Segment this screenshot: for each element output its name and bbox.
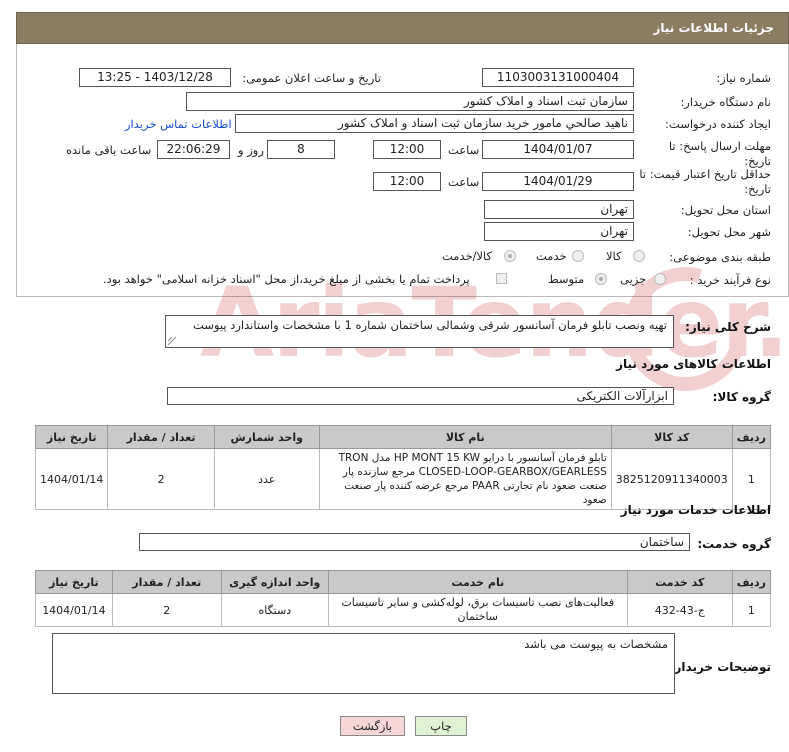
process-option-medium: متوسط [548, 272, 585, 286]
process-radio-minor[interactable] [654, 273, 666, 285]
resize-handle-icon[interactable] [168, 337, 176, 345]
validity-time-field: 12:00 [373, 172, 441, 191]
category-option-goods: کالا [606, 249, 622, 263]
services-table: ردیف کد خدمت نام خدمت واحد اندازه گیری ت… [35, 570, 772, 627]
col-date: تاریخ نیاز [35, 570, 113, 594]
col-name: نام کالا [318, 425, 612, 449]
creator-field: ناهید صالحي مامور خرید سازمان ثبت اسناد … [235, 114, 634, 133]
category-radio-goods-service[interactable] [504, 250, 516, 262]
col-name: نام خدمت [327, 570, 628, 594]
buyer-org-field: سازمان ثبت اسناد و املاک کشور [186, 92, 634, 111]
goods-section-title: اطلاعات کالاهای مورد نیاز [616, 357, 771, 371]
print-button[interactable]: چاپ [415, 716, 467, 736]
contact-buyer-link[interactable]: اطلاعات تماس خریدار [125, 117, 232, 131]
province-field: تهران [484, 200, 634, 219]
announce-label: تاریخ و ساعت اعلان عمومی: [242, 71, 381, 85]
col-code: کد کالا [610, 425, 733, 449]
cell-qty: 2 [107, 448, 215, 510]
buyer-notes-textarea: مشخصات به پیوست می باشد [52, 633, 675, 694]
services-table-header: ردیف کد خدمت نام خدمت واحد اندازه گیری ت… [35, 570, 772, 594]
days-label: روز و [238, 143, 264, 157]
deadline-date-field: 1404/01/07 [482, 140, 634, 159]
buyer-notes-text: مشخصات به پیوست می باشد [524, 637, 668, 651]
cell-unit: دستگاه [220, 593, 329, 627]
cell-date: 1404/01/14 [34, 448, 109, 510]
col-row: ردیف [731, 570, 772, 594]
city-label: شهر محل تحویل: [687, 225, 771, 239]
process-option-minor: جزیی [620, 272, 647, 286]
days-field: 8 [267, 140, 335, 159]
category-label: طبقه بندی موضوعی: [669, 250, 771, 264]
col-unit: واحد اندازه گیری [220, 570, 329, 594]
cell-unit: عدد [213, 448, 320, 510]
col-code: کد خدمت [626, 570, 733, 594]
buyer-org-label: نام دستگاه خریدار: [680, 95, 771, 109]
city-field: تهران [484, 222, 634, 241]
announce-field: 1403/12/28 - 13:25 [79, 68, 231, 87]
category-radio-service[interactable] [572, 250, 584, 262]
cell-row: 1 [731, 593, 772, 627]
deadline-time-field: 12:00 [373, 140, 441, 159]
table-row: 1 3825120911340003 تابلو فرمان آسانسور ب… [34, 448, 772, 510]
services-group-label: گروه خدمت: [697, 537, 771, 551]
col-qty: تعداد / مقدار [107, 425, 215, 449]
cell-row: 1 [731, 448, 772, 510]
remaining-time-field: 22:06:29 [157, 140, 230, 159]
creator-label: ایجاد کننده درخواست: [665, 117, 771, 131]
col-row: ردیف [731, 425, 772, 449]
goods-group-field: ابزارآلات الکتریکی [167, 387, 674, 405]
col-date: تاریخ نیاز [34, 425, 109, 449]
category-radio-goods[interactable] [633, 250, 645, 262]
deadline-time-label: ساعت [448, 143, 480, 157]
province-label: استان محل تحویل: [680, 203, 771, 217]
summary-label: شرح کلی نیاز: [685, 320, 771, 334]
summary-text: تهیه ونصب تابلو فرمان آسانسور شرقی وشمال… [193, 318, 667, 332]
process-radio-medium[interactable] [595, 273, 607, 285]
services-group-field: ساختمان [139, 533, 690, 551]
services-section-title: اطلاعات خدمات مورد نیاز [620, 503, 771, 517]
cell-code: 3825120911340003 [610, 448, 733, 510]
goods-table-header: ردیف کد کالا نام کالا واحد شمارش تعداد /… [34, 425, 772, 449]
category-option-goods-service: کالا/خدمت [442, 249, 493, 263]
col-unit: واحد شمارش [213, 425, 320, 449]
validity-date-field: 1404/01/29 [482, 172, 634, 191]
remaining-time-label: ساعت باقی مانده [66, 143, 152, 157]
validity-label: حداقل تاریخ اعتبار قیمت: تا تاریخ: [639, 167, 771, 196]
goods-table: ردیف کد کالا نام کالا واحد شمارش تعداد /… [34, 425, 772, 510]
need-number-label: شماره نیاز: [716, 71, 771, 85]
panel-title: جزئیات اطلاعات نیاز [653, 21, 774, 35]
treasury-payment-checkbox[interactable] [496, 273, 507, 284]
treasury-payment-note: پرداخت تمام یا بخشی از مبلغ خرید،از محل … [103, 272, 470, 286]
process-label: نوع فرآیند خرید : [689, 273, 771, 287]
cell-name: تابلو فرمان آسانسور با درایو HP MONT 15 … [318, 448, 612, 510]
panel-header: جزئیات اطلاعات نیاز [16, 12, 789, 44]
category-option-service: خدمت [536, 249, 567, 263]
need-number-field: 1103003131000404 [482, 68, 634, 87]
cell-date: 1404/01/14 [35, 593, 113, 627]
cell-name: فعالیت‌های نصب تاسیسات برق، لوله‌کشی و س… [327, 593, 628, 627]
buyer-notes-label: توضیحات خریدار: [669, 660, 771, 674]
back-button[interactable]: بازگشت [340, 716, 405, 736]
cell-code: ج-43-432 [626, 593, 733, 627]
summary-textarea: تهیه ونصب تابلو فرمان آسانسور شرقی وشمال… [165, 315, 674, 348]
cell-qty: 2 [111, 593, 222, 627]
col-qty: تعداد / مقدار [111, 570, 222, 594]
deadline-label: مهلت ارسال پاسخ: تا تاریخ: [668, 139, 771, 168]
validity-time-label: ساعت [448, 175, 480, 189]
table-row: 1 ج-43-432 فعالیت‌های نصب تاسیسات برق، ل… [35, 593, 772, 627]
goods-group-label: گروه کالا: [712, 390, 771, 404]
